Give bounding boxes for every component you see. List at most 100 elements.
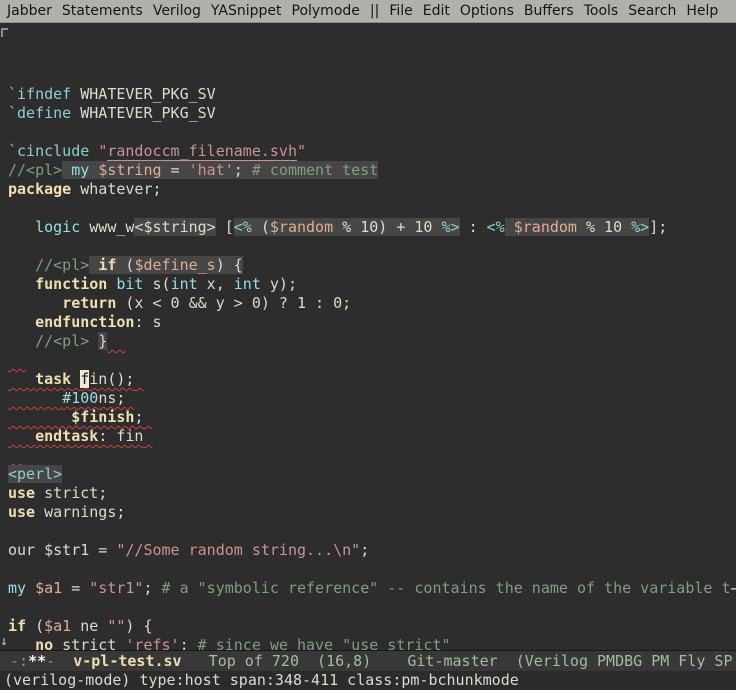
code-line[interactable]: no strict 'refs'; # since we have "use s… bbox=[8, 636, 736, 650]
menu-bar: JabberStatementsVerilogYASnippetPolymode… bbox=[0, 0, 736, 23]
menu-item-help[interactable]: Help bbox=[681, 2, 723, 20]
code-token: $a1 bbox=[44, 617, 71, 635]
modeline-segment: - bbox=[46, 652, 73, 670]
menu-item-buffers[interactable]: Buffers bbox=[519, 2, 579, 20]
code-line[interactable]: use strict; bbox=[8, 484, 736, 503]
modeline-segment: -: bbox=[10, 652, 28, 670]
code-token bbox=[89, 332, 98, 350]
code-token: 'hat' bbox=[189, 161, 234, 179]
menu-item-jabber[interactable]: Jabber bbox=[2, 2, 57, 20]
code-line[interactable] bbox=[8, 351, 736, 370]
code-token: in(); bbox=[89, 370, 134, 388]
echo-area[interactable]: (verilog-mode) type:host span:348-411 cl… bbox=[0, 671, 736, 690]
code-token: ) { bbox=[125, 617, 152, 635]
code-line[interactable]: $finish; bbox=[8, 408, 736, 427]
code-line[interactable] bbox=[8, 237, 736, 256]
code-token: `define bbox=[8, 104, 71, 122]
menu-item-verilog[interactable]: Verilog bbox=[148, 2, 206, 20]
code-token: package bbox=[8, 180, 71, 198]
code-token: int bbox=[171, 275, 198, 293]
code-token: ( bbox=[26, 617, 44, 635]
code-token bbox=[89, 161, 98, 179]
menu-item-polymode[interactable]: Polymode bbox=[287, 2, 365, 20]
code-token: s( bbox=[143, 275, 170, 293]
code-token bbox=[107, 332, 125, 350]
code-token: _filename. bbox=[180, 142, 270, 161]
code-token: "" bbox=[107, 617, 125, 635]
code-line[interactable]: //<pl> } bbox=[8, 332, 736, 351]
code-token: (x < 0 && y > 0) ? 1 : 0; bbox=[116, 294, 351, 312]
code-token: warnings; bbox=[35, 503, 125, 521]
code-line[interactable]: //<pl> if ($define_s) { bbox=[8, 256, 736, 275]
code-token: : fin bbox=[98, 427, 143, 445]
code-token: ]; bbox=[649, 218, 667, 236]
code-line[interactable]: our $str1 = "//Some random string...\n"; bbox=[8, 541, 736, 560]
code-token: use bbox=[8, 484, 35, 502]
code-line[interactable]: `define WHATEVER_PKG_SV bbox=[8, 104, 736, 123]
code-token bbox=[125, 389, 134, 407]
code-token: [ bbox=[216, 218, 234, 236]
menu-item-separator[interactable]: || bbox=[365, 2, 384, 20]
code-token: endtask bbox=[35, 427, 98, 445]
code-line[interactable]: if ($a1 ne "") { bbox=[8, 617, 736, 636]
code-token: " bbox=[98, 142, 107, 160]
modeline-segment: ** bbox=[28, 652, 46, 670]
code-line[interactable]: use warnings; bbox=[8, 503, 736, 522]
code-token bbox=[26, 579, 35, 597]
code-token: WHATEVER_PKG_SV bbox=[71, 85, 216, 103]
code-token: #100 bbox=[62, 389, 98, 407]
code-line[interactable]: endtask: fin bbox=[8, 427, 736, 446]
code-token bbox=[62, 161, 71, 179]
code-token: function bbox=[35, 275, 107, 293]
code-line[interactable]: task fin(); bbox=[8, 370, 736, 389]
code-token: <perl> bbox=[8, 465, 62, 483]
code-token: our $str1 = bbox=[8, 541, 116, 559]
code-token: no bbox=[35, 636, 53, 650]
code-token: $finish bbox=[71, 408, 134, 426]
code-token: # a "symbolic reference" -- contains the… bbox=[162, 579, 731, 597]
code-token: ( bbox=[252, 218, 270, 236]
code-line[interactable]: #100ns; bbox=[8, 389, 736, 408]
code-token: " bbox=[297, 142, 306, 160]
menu-item-options[interactable]: Options bbox=[455, 2, 519, 20]
code-line[interactable]: `cinclude "randoccm_filename.svh" bbox=[8, 142, 736, 161]
code-token: //<pl> bbox=[35, 256, 89, 274]
code-token bbox=[8, 446, 26, 464]
code-line[interactable]: <perl> bbox=[8, 465, 736, 484]
code-token bbox=[8, 218, 35, 236]
modeline-segment: Git-master (Verilog PMDBG PM Fly SP bbox=[407, 652, 732, 670]
menu-item-edit[interactable]: Edit bbox=[418, 2, 455, 20]
code-line[interactable]: //<pl> my $string = 'hat'; # comment tes… bbox=[8, 161, 736, 180]
code-line[interactable]: endfunction: s bbox=[8, 313, 736, 332]
code-line[interactable] bbox=[8, 199, 736, 218]
code-token: $string bbox=[98, 161, 161, 179]
code-token bbox=[8, 389, 62, 407]
code-token: endfunction bbox=[35, 313, 134, 331]
code-line[interactable]: my $a1 = "str1"; # a "symbolic reference… bbox=[8, 579, 736, 598]
code-token: # comment test bbox=[252, 161, 378, 179]
code-token bbox=[8, 408, 71, 426]
editor-buffer[interactable]: ↓ `ifndef WHATEVER_PKG_SV`define WHATEVE… bbox=[0, 23, 736, 650]
code-token: $a1 bbox=[35, 579, 62, 597]
code-token: randoccm bbox=[107, 142, 179, 161]
modeline-segment: Top of 720 (16,8) bbox=[182, 652, 408, 670]
menu-item-tools[interactable]: Tools bbox=[579, 2, 624, 20]
code-line[interactable]: return (x < 0 && y > 0) ? 1 : 0; bbox=[8, 294, 736, 313]
code-token: task bbox=[35, 370, 71, 388]
code-line[interactable] bbox=[8, 123, 736, 142]
code-token: bit bbox=[116, 275, 143, 293]
mode-line: -:**- v-pl-test.sv Top of 720 (16,8) Git… bbox=[0, 650, 736, 671]
menu-item-yasnippet[interactable]: YASnippet bbox=[206, 2, 287, 20]
code-line[interactable] bbox=[8, 522, 736, 541]
code-line[interactable]: package whatever; bbox=[8, 180, 736, 199]
code-line[interactable] bbox=[8, 598, 736, 617]
code-line[interactable] bbox=[8, 446, 736, 465]
menu-item-search[interactable]: Search bbox=[623, 2, 681, 20]
code-token: # since we have "use strict" bbox=[198, 636, 451, 650]
code-line[interactable] bbox=[8, 560, 736, 579]
menu-item-file[interactable]: File bbox=[384, 2, 417, 20]
code-line[interactable]: function bit s(int x, int y); bbox=[8, 275, 736, 294]
menu-item-statements[interactable]: Statements bbox=[57, 2, 148, 20]
code-line[interactable]: `ifndef WHATEVER_PKG_SV bbox=[8, 85, 736, 104]
code-line[interactable]: logic www_w<$string> [<% ($random % 10) … bbox=[8, 218, 736, 237]
